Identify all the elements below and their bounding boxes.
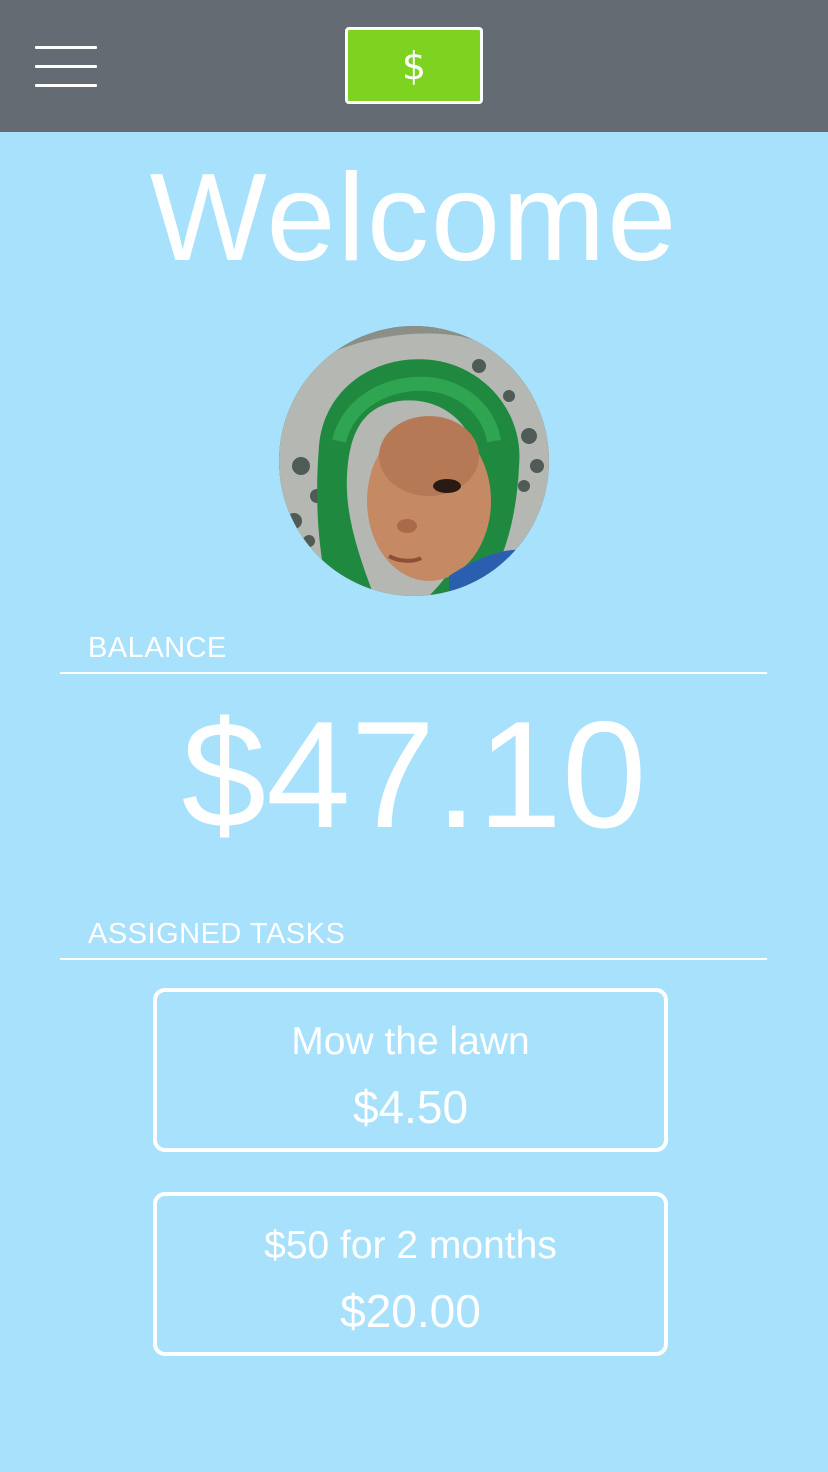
task-card[interactable]: $50 for 2 months $20.00 xyxy=(153,1192,668,1356)
menu-button[interactable] xyxy=(35,46,97,88)
dollar-button[interactable]: $ xyxy=(345,27,483,104)
task-title: $50 for 2 months xyxy=(264,1224,557,1267)
avatar[interactable] xyxy=(279,326,549,596)
task-card[interactable]: Mow the lawn $4.50 xyxy=(153,988,668,1152)
menu-line-icon xyxy=(35,65,97,68)
child-profile-photo xyxy=(279,326,549,596)
assigned-tasks-label: ASSIGNED TASKS xyxy=(88,918,346,950)
task-title: Mow the lawn xyxy=(291,1020,530,1063)
balance-label: BALANCE xyxy=(88,632,227,664)
menu-line-icon xyxy=(35,46,97,49)
app-screen: $ Welcome BALANCE $47.10 ASSIGNED TASKS … xyxy=(0,0,828,1472)
task-amount: $20.00 xyxy=(340,1285,481,1337)
welcome-title: Welcome xyxy=(149,149,679,287)
top-bar: $ xyxy=(0,0,828,132)
balance-divider xyxy=(60,672,767,674)
tasks-divider xyxy=(60,958,767,960)
balance-amount: $47.10 xyxy=(181,690,647,860)
task-amount: $4.50 xyxy=(352,1081,469,1133)
dollar-icon: $ xyxy=(401,43,427,88)
menu-line-icon xyxy=(35,84,97,87)
